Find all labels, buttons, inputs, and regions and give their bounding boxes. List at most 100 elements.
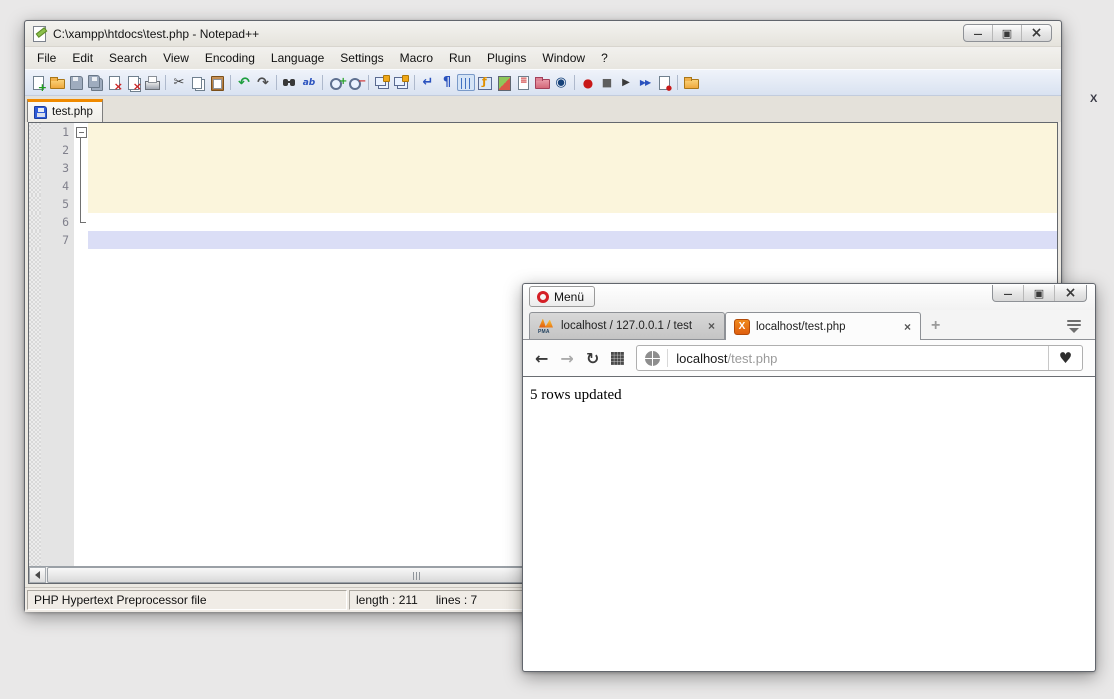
- code-line: 6 ?>: [29, 213, 1057, 231]
- replace-icon[interactable]: [300, 74, 318, 91]
- zoom-out-icon[interactable]: [346, 74, 364, 91]
- notepadpp-title-bar[interactable]: C:\xampp\htdocs\test.php - Notepad++: [25, 21, 1061, 47]
- menu-run[interactable]: Run: [441, 48, 479, 68]
- menu-encoding[interactable]: Encoding: [197, 48, 263, 68]
- new-tab-button[interactable]: +: [931, 317, 940, 335]
- tab-test-php[interactable]: test.php: [27, 99, 103, 122]
- menu-window[interactable]: Window: [534, 48, 593, 68]
- address-bar[interactable]: localhost/test.php ♥: [636, 345, 1083, 371]
- fold-margin[interactable]: [74, 231, 88, 249]
- code-line-text[interactable]: $pdo = new PDO('mysql:host=localhost;dbn…: [88, 141, 1057, 159]
- opera-title-area[interactable]: Menü: [523, 284, 1095, 310]
- fold-margin[interactable]: [74, 195, 88, 213]
- open-file-icon[interactable]: [48, 74, 66, 91]
- print-icon[interactable]: [143, 74, 161, 91]
- fold-margin[interactable]: [74, 123, 88, 141]
- undo-icon[interactable]: [235, 74, 253, 91]
- minimize-button[interactable]: [993, 285, 1024, 301]
- file-monitoring-icon[interactable]: [552, 74, 570, 91]
- close-all-icon[interactable]: [124, 74, 142, 91]
- tab-menu-icon[interactable]: [1067, 320, 1081, 333]
- menu-language[interactable]: Language: [263, 48, 332, 68]
- code-line: 4 $affected = $pdo->exec($sql);: [29, 177, 1057, 195]
- save-all-icon[interactable]: [86, 74, 104, 91]
- status-doc-type: PHP Hypertext Preprocessor file: [27, 590, 347, 610]
- indent-guide-icon[interactable]: [457, 74, 475, 91]
- minimize-button[interactable]: [964, 25, 993, 41]
- function-completion-icon[interactable]: [476, 74, 494, 91]
- redo-icon[interactable]: [254, 74, 272, 91]
- menu-search[interactable]: Search: [101, 48, 155, 68]
- show-all-characters-icon[interactable]: [438, 74, 456, 91]
- cut-icon[interactable]: [170, 74, 188, 91]
- bookmark-margin[interactable]: [29, 231, 41, 249]
- close-button[interactable]: [1055, 285, 1086, 301]
- word-wrap-icon[interactable]: [419, 74, 437, 91]
- menu-macro[interactable]: Macro: [392, 48, 441, 68]
- sync-vertical-scrolling-icon[interactable]: [373, 74, 391, 91]
- menu-help[interactable]: ?: [593, 48, 616, 68]
- open-containing-folder-icon[interactable]: [682, 74, 700, 91]
- tab-localhost-test-php[interactable]: X localhost/test.php ×: [725, 312, 921, 340]
- scroll-left-button[interactable]: [29, 567, 46, 583]
- fold-margin[interactable]: [74, 141, 88, 159]
- maximize-button[interactable]: [993, 25, 1022, 41]
- code-line-text[interactable]: $sql = "UPDATE users SET email_registrat…: [88, 159, 1057, 177]
- sync-horizontal-scrolling-icon[interactable]: [392, 74, 410, 91]
- close-file-icon[interactable]: [105, 74, 123, 91]
- macro-play-icon[interactable]: [617, 74, 635, 91]
- bookmark-margin[interactable]: [29, 159, 41, 177]
- menu-settings[interactable]: Settings: [332, 48, 391, 68]
- tab-phpmyadmin[interactable]: localhost / 127.0.0.1 / test ×: [529, 312, 725, 339]
- paste-icon[interactable]: [208, 74, 226, 91]
- maximize-button[interactable]: [1024, 285, 1055, 301]
- document-map-icon[interactable]: [495, 74, 513, 91]
- fold-margin[interactable]: [74, 213, 88, 231]
- code-line: 5 echo "$affected rows updated<br>";: [29, 195, 1057, 213]
- reload-button[interactable]: ↻: [586, 349, 599, 368]
- menu-edit[interactable]: Edit: [64, 48, 101, 68]
- bookmark-heart-icon[interactable]: ♥: [1048, 346, 1082, 370]
- code-line-text[interactable]: [88, 231, 1057, 249]
- speed-dial-icon[interactable]: [611, 352, 624, 365]
- bookmark-margin[interactable]: [29, 141, 41, 159]
- macro-stop-icon[interactable]: [598, 74, 616, 91]
- bookmark-margin[interactable]: [29, 213, 41, 231]
- back-button[interactable]: ←: [535, 349, 548, 368]
- url-text[interactable]: localhost/test.php: [676, 351, 777, 366]
- menu-plugins[interactable]: Plugins: [479, 48, 534, 68]
- save-icon[interactable]: [67, 74, 85, 91]
- new-file-icon[interactable]: [29, 74, 47, 91]
- macro-save-icon[interactable]: [655, 74, 673, 91]
- line-number: 4: [41, 177, 74, 195]
- zoom-in-icon[interactable]: [327, 74, 345, 91]
- tab-close-icon[interactable]: ×: [707, 319, 716, 333]
- code-line-text[interactable]: $affected = $pdo->exec($sql);: [88, 177, 1057, 195]
- macro-record-icon[interactable]: [579, 74, 597, 91]
- bookmark-margin[interactable]: [29, 177, 41, 195]
- copy-icon[interactable]: [189, 74, 207, 91]
- bookmark-margin[interactable]: [29, 123, 41, 141]
- code-line-text[interactable]: echo "$affected rows updated<br>";: [88, 195, 1057, 213]
- opera-menu-button[interactable]: Menü: [529, 286, 595, 307]
- saved-file-icon: [34, 106, 47, 119]
- macro-run-multiple-icon[interactable]: [636, 74, 654, 91]
- bookmark-margin[interactable]: [29, 195, 41, 213]
- tab-label: test.php: [52, 106, 93, 118]
- code-line-text[interactable]: <?php: [88, 123, 1057, 141]
- code-line-text[interactable]: ?>: [88, 213, 1057, 231]
- line-number: 3: [41, 159, 74, 177]
- fold-margin[interactable]: [74, 177, 88, 195]
- toolbar-separator: [162, 74, 169, 91]
- tab-close-icon[interactable]: ×: [903, 320, 912, 334]
- menu-file[interactable]: File: [29, 48, 64, 68]
- globe-icon: [645, 351, 660, 366]
- document-list-icon[interactable]: [514, 74, 532, 91]
- find-icon[interactable]: [281, 74, 299, 91]
- folder-as-workspace-icon[interactable]: [533, 74, 551, 91]
- forward-button[interactable]: →: [560, 349, 573, 368]
- close-button[interactable]: [1022, 25, 1051, 41]
- fold-margin[interactable]: [74, 159, 88, 177]
- menu-view[interactable]: View: [155, 48, 197, 68]
- tab-title: localhost/test.php: [756, 321, 897, 333]
